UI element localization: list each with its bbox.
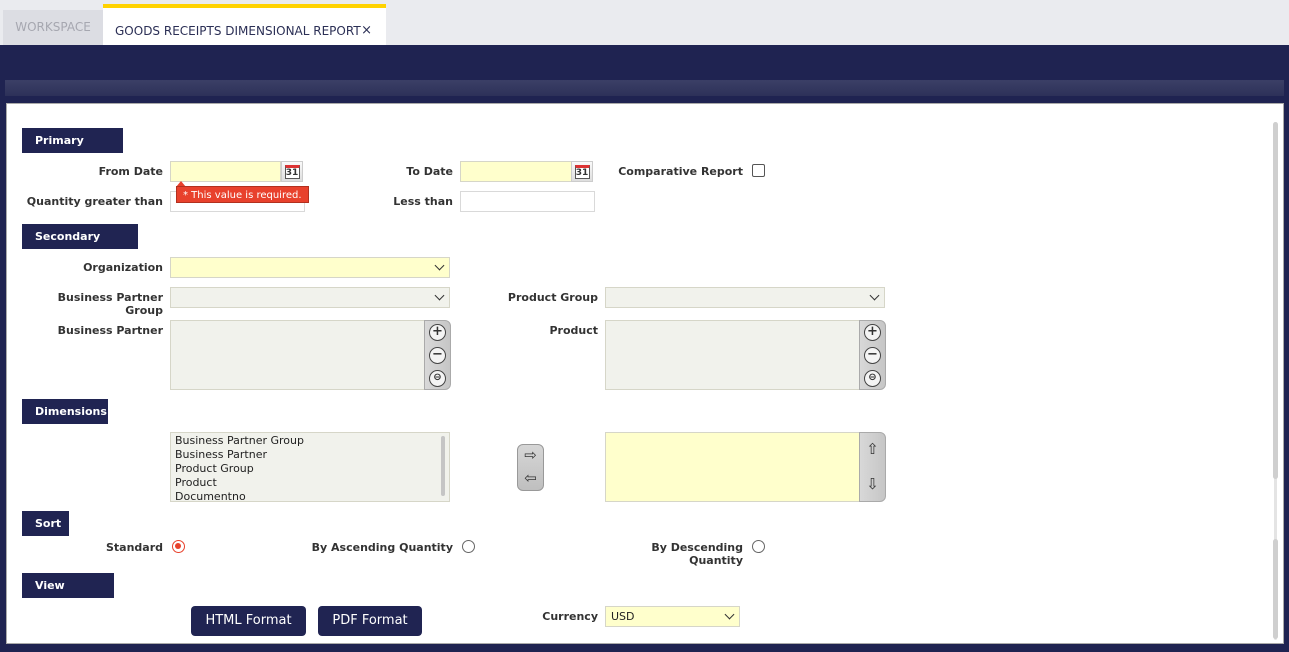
tab-workspace-label: WORKSPACE <box>15 20 91 34</box>
add-icon[interactable]: + <box>864 324 881 341</box>
section-sort: Sort <box>22 511 69 536</box>
from-date-calendar-button[interactable]: 31 <box>281 161 303 182</box>
less-than-input[interactable] <box>460 191 595 212</box>
currency-label: Currency <box>542 610 598 623</box>
selected-dimensions-list[interactable] <box>605 432 861 502</box>
bp-group-select[interactable] <box>170 287 450 308</box>
scroll-thumb-lower[interactable] <box>1273 539 1278 639</box>
arrow-left-icon[interactable]: ⇦ <box>522 470 539 487</box>
product-group-label: Product Group <box>507 291 598 304</box>
business-partner-buttons: + − ⊖ <box>424 320 451 390</box>
business-partner-label: Business Partner <box>57 324 163 337</box>
sort-standard-label: Standard <box>105 541 163 554</box>
dimension-move-buttons: ⇨ ⇦ <box>517 444 544 491</box>
clear-all-icon[interactable]: ⊖ <box>429 370 446 387</box>
bp-group-label-line1: Business Partner <box>57 291 163 304</box>
organization-select[interactable] <box>170 257 450 278</box>
list-item[interactable]: Product Group <box>175 462 254 476</box>
pdf-format-button[interactable]: PDF Format <box>318 606 422 636</box>
chevron-down-icon <box>434 260 445 271</box>
tab-bar: WORKSPACE GOODS RECEIPTS DIMENSIONAL REP… <box>0 0 1289 45</box>
dimension-order-buttons: ⇧ ⇩ <box>859 432 886 502</box>
organization-label: Organization <box>83 261 163 274</box>
list-item[interactable]: Documentno <box>175 490 246 501</box>
bp-group-label-line2: Group <box>125 304 163 317</box>
section-dimensions: Dimensions <box>22 399 108 424</box>
remove-icon[interactable]: − <box>864 347 881 364</box>
quantity-greater-label: Quantity greater than <box>26 195 163 208</box>
tab-workspace[interactable]: WORKSPACE <box>3 10 103 45</box>
list-item[interactable]: Business Partner <box>175 448 267 462</box>
product-list[interactable] <box>605 320 861 390</box>
sort-ascending-radio[interactable] <box>462 540 475 553</box>
sort-standard-radio[interactable] <box>172 540 185 553</box>
bp-group-label: Business Partner Group <box>40 291 163 317</box>
html-format-button[interactable]: HTML Format <box>191 606 306 636</box>
toolbar-strip <box>5 80 1284 96</box>
chevron-down-icon <box>724 609 735 620</box>
from-date-input[interactable] <box>170 161 281 182</box>
section-view-results: View Results <box>22 573 114 617</box>
sort-descending-label-line1: By Descending <box>651 541 743 554</box>
business-partner-list[interactable] <box>170 320 426 390</box>
currency-select[interactable]: USD <box>605 606 740 627</box>
sort-ascending-label: By Ascending Quantity <box>311 541 453 554</box>
chevron-down-icon <box>434 290 445 301</box>
calendar-icon: 31 <box>574 164 590 179</box>
scroll-thumb[interactable] <box>1273 122 1278 479</box>
less-than-label: Less than <box>393 195 453 208</box>
product-buttons: + − ⊖ <box>859 320 886 390</box>
close-icon[interactable]: × <box>361 8 372 54</box>
vertical-scrollbar[interactable] <box>1272 122 1279 640</box>
clear-all-icon[interactable]: ⊖ <box>864 370 881 387</box>
tab-goods-receipts-report[interactable]: GOODS RECEIPTS DIMENSIONAL REPORT × <box>103 4 386 45</box>
available-dimensions-list[interactable]: Business Partner Group Business Partner … <box>170 432 450 502</box>
to-date-label: To Date <box>406 165 453 178</box>
section-secondary-filters: Secondary Filters <box>22 224 138 268</box>
product-group-select[interactable] <box>605 287 885 308</box>
sort-descending-label: By Descending Quantity <box>600 541 743 567</box>
sort-descending-label-line2: Quantity <box>689 554 743 567</box>
required-error-tooltip: * This value is required. <box>176 186 309 203</box>
calendar-icon: 31 <box>284 164 300 179</box>
sort-descending-radio[interactable] <box>752 540 765 553</box>
to-date-input[interactable] <box>460 161 572 182</box>
remove-icon[interactable]: − <box>429 347 446 364</box>
add-icon[interactable]: + <box>429 324 446 341</box>
from-date-label: From Date <box>98 165 163 178</box>
comparative-report-label: Comparative Report <box>618 165 743 178</box>
list-item[interactable]: Business Partner Group <box>175 434 304 448</box>
arrow-right-icon[interactable]: ⇨ <box>522 447 539 464</box>
to-date-calendar-button[interactable]: 31 <box>571 161 593 182</box>
comparative-report-checkbox[interactable] <box>752 164 765 177</box>
arrow-down-icon[interactable]: ⇩ <box>864 476 881 493</box>
tab-active-label: GOODS RECEIPTS DIMENSIONAL REPORT <box>115 24 361 38</box>
list-item[interactable]: Product <box>175 476 217 490</box>
list-scrollbar[interactable] <box>441 436 445 496</box>
section-primary-filters: Primary Filters <box>22 128 123 172</box>
product-label: Product <box>549 324 598 337</box>
arrow-up-icon[interactable]: ⇧ <box>864 441 881 458</box>
chevron-down-icon <box>869 290 880 301</box>
